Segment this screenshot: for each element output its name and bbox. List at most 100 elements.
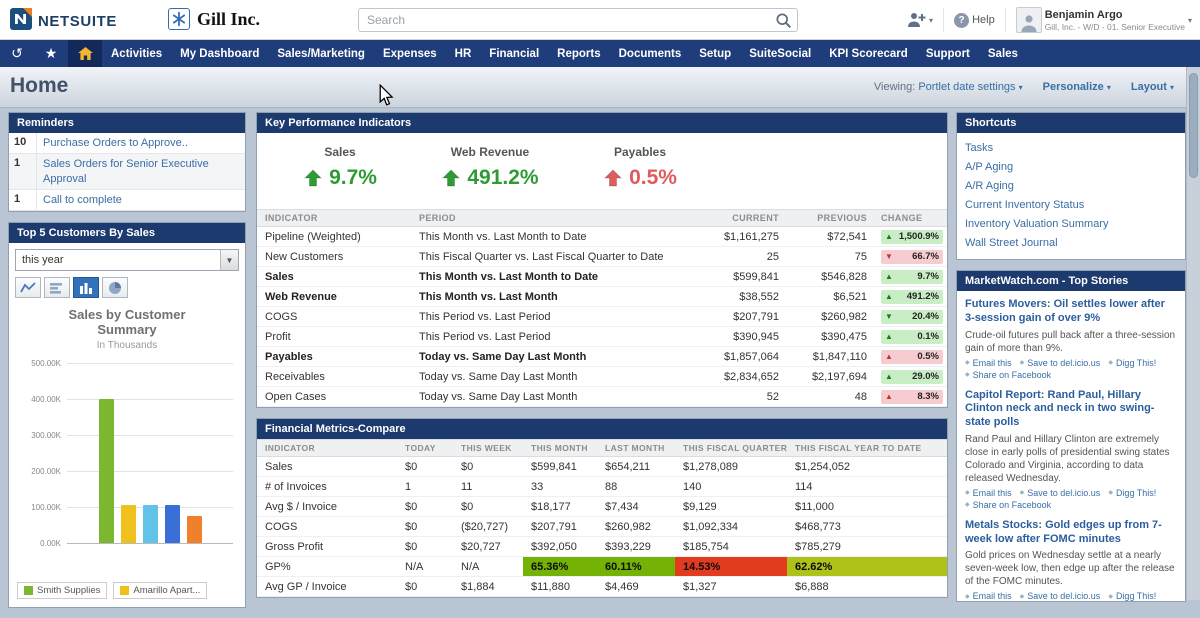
reminder-row: 1 Sales Orders for Senior Executive Appro…: [9, 154, 245, 190]
avatar: [1015, 7, 1042, 33]
nav-item-setup[interactable]: Setup: [690, 40, 740, 67]
save-to-del-icio-us-link[interactable]: ◆ Save to del.icio.us: [1020, 488, 1101, 498]
nav-item-activities[interactable]: Activities: [102, 40, 171, 67]
reminder-link-purchase-orders-to-approve[interactable]: Purchase Orders to Approve..: [37, 133, 194, 153]
reminder-link-sales-orders-for-senior-executive-approval[interactable]: Sales Orders for Senior Executive Approv…: [37, 154, 245, 189]
recent-records-button[interactable]: ↺: [0, 40, 34, 67]
fin-col-this-fiscal-year-to-date: THIS FISCAL YEAR TO DATE: [795, 443, 922, 453]
chart-gridline: [67, 471, 233, 473]
user-menu[interactable]: Benjamin Argo Gill, Inc. - W/D - 01. Sen…: [1015, 7, 1192, 33]
period-select[interactable]: this year ▼: [15, 249, 239, 272]
nav-item-documents[interactable]: Documents: [610, 40, 691, 67]
kpi-summary-payables[interactable]: Payables 0.5%: [565, 145, 715, 197]
kpi-col-current: CURRENT: [732, 213, 779, 223]
search-input[interactable]: [359, 9, 767, 31]
shortcuts-star-button[interactable]: ★: [34, 40, 68, 67]
reminders-portlet: Reminders 10 Purchase Orders to Approve..…: [8, 112, 246, 213]
email-this-link[interactable]: ◆ Email this: [965, 488, 1012, 498]
digg-this-link[interactable]: ◆ Digg This!: [1108, 488, 1156, 498]
email-this-link[interactable]: ◆ Email this: [965, 358, 1012, 368]
nav-item-financial[interactable]: Financial: [480, 40, 548, 67]
portlet-title[interactable]: Reminders: [9, 113, 245, 133]
shortcut-inventory-valuation-summary[interactable]: Inventory Valuation Summary: [965, 215, 1177, 234]
story-links: ◆ Email this ◆ Save to del.icio.us ◆ Digg Thi…: [965, 488, 1177, 510]
add-user-button[interactable]: ▾: [906, 11, 933, 29]
chart-type-vbar-button[interactable]: [73, 277, 99, 299]
kpi-current-value: $2,834,652: [723, 370, 779, 383]
kpi-indicator: Payables: [265, 350, 313, 363]
chart-bar-1[interactable]: [99, 399, 114, 544]
portlet-title[interactable]: MarketWatch.com - Top Stories: [957, 271, 1185, 291]
story-headline[interactable]: Futures Movers: Oil settles lower after …: [965, 298, 1177, 326]
digg-this-link[interactable]: ◆ Digg This!: [1108, 358, 1156, 368]
right-column: Shortcuts Tasks A/P Aging A/R Aging Current…: [956, 112, 1186, 612]
chart-type-pie-button[interactable]: [102, 277, 128, 299]
fin-indicator: Avg GP / Invoice: [265, 580, 347, 593]
portlet-title[interactable]: Shortcuts: [957, 113, 1185, 133]
kpi-summary-label: Sales: [324, 145, 356, 159]
story-headline[interactable]: Capitol Report: Rand Paul, Hillary Clint…: [965, 389, 1177, 430]
story-links: ◆ Email this ◆ Save to del.icio.us ◆ Digg Thi…: [965, 358, 1177, 380]
chart-type-line-button[interactable]: [15, 277, 41, 299]
chart-bar-4[interactable]: [165, 505, 180, 544]
search-icon[interactable]: [775, 12, 792, 34]
portlet-title[interactable]: Financial Metrics-Compare: [257, 419, 947, 439]
shortcut-wall-street-journal[interactable]: Wall Street Journal: [965, 234, 1177, 253]
kpi-previous-value: $260,982: [821, 310, 867, 323]
fin-value: $599,841: [531, 460, 577, 473]
reminder-link-call-to-complete[interactable]: Call to complete: [37, 190, 128, 210]
fin-value: $0: [405, 500, 418, 513]
fin-value: $654,211: [605, 460, 651, 473]
fin-value: ($20,727): [461, 520, 509, 533]
scrollbar-thumb[interactable]: [1189, 73, 1198, 178]
chart-bar-5[interactable]: [187, 516, 202, 544]
viewing-menu[interactable]: Viewing: Portlet date settings ▾: [874, 81, 1023, 93]
kpi-previous-value: $1,847,110: [812, 350, 867, 363]
shortcut-a-r-aging[interactable]: A/R Aging: [965, 177, 1177, 196]
kpi-change-cell: ▲ 29.0%: [881, 367, 947, 386]
personalize-menu[interactable]: Personalize ▾: [1043, 81, 1111, 93]
nav-item-my-dashboard[interactable]: My Dashboard: [171, 40, 268, 67]
nav-item-expenses[interactable]: Expenses: [374, 40, 446, 67]
chart-bar-2[interactable]: [121, 505, 136, 544]
home-tab[interactable]: [68, 40, 102, 67]
netsuite-brand[interactable]: NETSUITE: [10, 8, 117, 35]
change-badge: ▼ 20.4%: [881, 309, 943, 324]
kpi-summary-percent: 491.2%: [467, 166, 539, 189]
nav-item-support[interactable]: Support: [917, 40, 979, 67]
nav-item-reports[interactable]: Reports: [548, 40, 609, 67]
kpi-previous-value: $2,197,694: [811, 370, 867, 383]
shortcut-current-inventory-status[interactable]: Current Inventory Status: [965, 196, 1177, 215]
kpi-indicator: Profit: [265, 330, 291, 343]
save-to-del-icio-us-link[interactable]: ◆ Save to del.icio.us: [1020, 358, 1101, 368]
fin-value: $9,129: [683, 500, 717, 513]
y-axis-label: 300.00K: [31, 431, 61, 441]
reminder-count: 10: [9, 133, 37, 154]
trend-up-arrow-icon: ▲: [885, 291, 893, 301]
nav-item-sales[interactable]: Sales: [979, 40, 1027, 67]
nav-item-hr[interactable]: HR: [446, 40, 481, 67]
kpi-summary-sales[interactable]: Sales 9.7%: [265, 145, 415, 197]
page-scrollbar[interactable]: [1186, 67, 1200, 600]
story-headline[interactable]: Metals Stocks: Gold edges up from 7-week…: [965, 519, 1177, 547]
kpi-summary-value: 0.5%: [565, 166, 715, 190]
shortcut-tasks[interactable]: Tasks: [965, 139, 1177, 158]
kpi-summary-web-revenue[interactable]: Web Revenue 491.2%: [415, 145, 565, 197]
nav-item-suitesocial[interactable]: SuiteSocial: [740, 40, 820, 67]
nav-item-kpi-scorecard[interactable]: KPI Scorecard: [820, 40, 917, 67]
chart-bar-3[interactable]: [143, 505, 158, 544]
share-on-facebook-link[interactable]: ◆ Share on Facebook: [965, 370, 1051, 380]
portlet-title[interactable]: Top 5 Customers By Sales: [9, 223, 245, 244]
portlet-title[interactable]: Key Performance Indicators: [257, 113, 947, 133]
shortcut-a-p-aging[interactable]: A/P Aging: [965, 158, 1177, 177]
fin-value: $468,773: [795, 520, 841, 533]
help-button[interactable]: ? Help: [954, 12, 995, 28]
layout-menu[interactable]: Layout ▾: [1131, 81, 1174, 93]
chart-type-hbar-button[interactable]: [44, 277, 70, 299]
kpi-col-previous: PREVIOUS: [817, 213, 867, 223]
share-on-facebook-link[interactable]: ◆ Share on Facebook: [965, 500, 1051, 510]
kpi-row-web-revenue: Web Revenue This Month vs. Last Month $38,…: [257, 287, 947, 307]
news-list: Futures Movers: Oil settles lower after …: [957, 291, 1185, 601]
reminder-count: 1: [9, 189, 37, 211]
nav-item-sales-marketing[interactable]: Sales/Marketing: [268, 40, 374, 67]
